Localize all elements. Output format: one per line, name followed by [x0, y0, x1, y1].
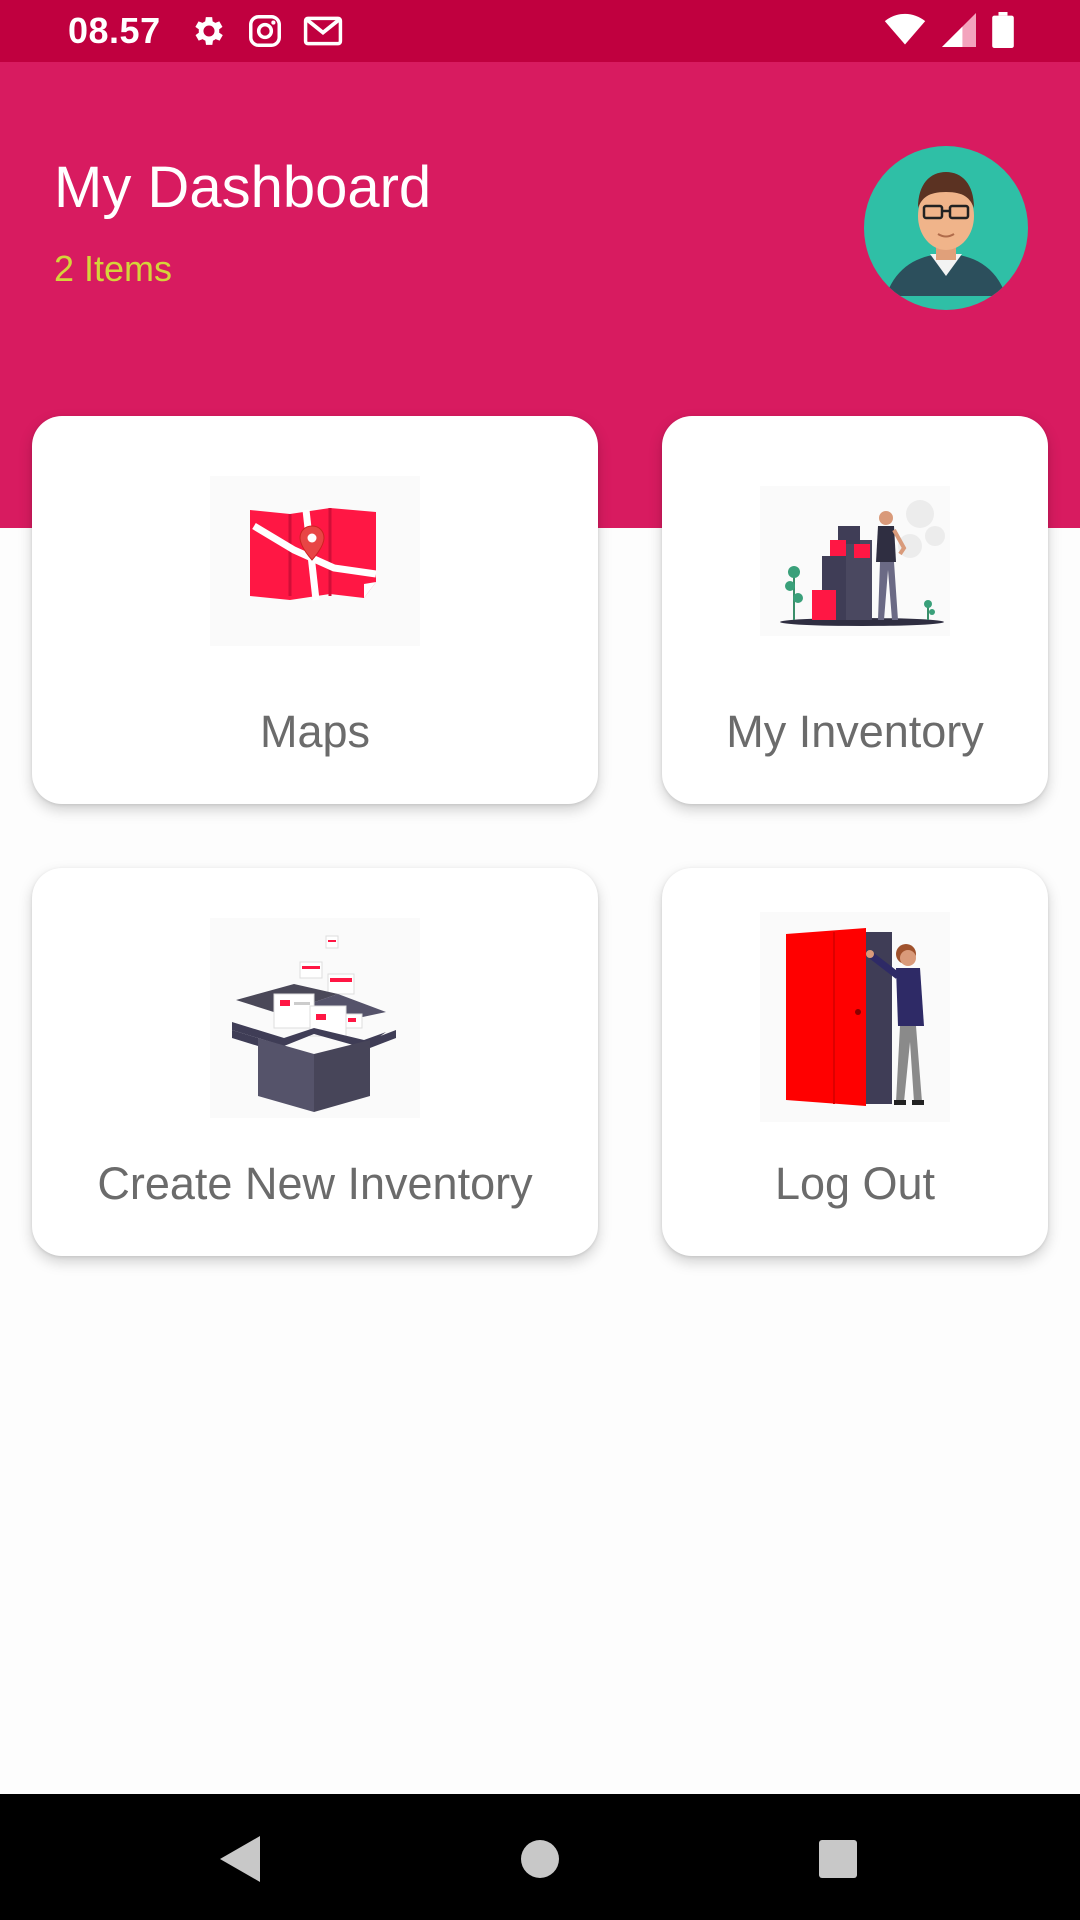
wifi-icon — [884, 13, 926, 52]
item-count-label: 2 Items — [54, 248, 173, 289]
status-icons-right — [884, 12, 1014, 53]
my-inventory-card[interactable]: My Inventory — [662, 416, 1048, 804]
user-avatar-icon[interactable] — [864, 146, 1028, 310]
log-out-card[interactable]: Log Out — [662, 868, 1048, 1256]
inventory-boxes-illustration-icon — [760, 486, 950, 636]
log-out-card-label: Log Out — [774, 1158, 936, 1209]
map-illustration-icon — [210, 476, 420, 646]
recents-icon[interactable] — [818, 1839, 858, 1884]
maps-card[interactable]: Maps — [32, 416, 598, 804]
status-icons-left — [190, 12, 344, 55]
battery-icon — [992, 12, 1014, 53]
system-navigation-bar — [0, 1794, 1080, 1920]
gear-icon — [190, 12, 228, 55]
status-bar: 08.57 — [0, 0, 1080, 62]
gmail-icon — [302, 12, 344, 55]
instagram-icon — [246, 12, 284, 55]
create-new-inventory-card-label: Create New Inventory — [97, 1158, 533, 1209]
status-time: 08.57 — [68, 10, 161, 51]
home-icon[interactable] — [520, 1839, 560, 1884]
my-inventory-card-label: My Inventory — [726, 706, 984, 757]
signal-icon — [942, 13, 976, 52]
door-exit-illustration-icon — [760, 912, 950, 1122]
open-box-illustration-icon — [210, 918, 420, 1118]
maps-card-label: Maps — [259, 706, 371, 757]
create-new-inventory-card[interactable]: Create New Inventory — [32, 868, 598, 1256]
page-title: My Dashboard — [54, 155, 432, 220]
back-icon[interactable] — [216, 1834, 262, 1889]
